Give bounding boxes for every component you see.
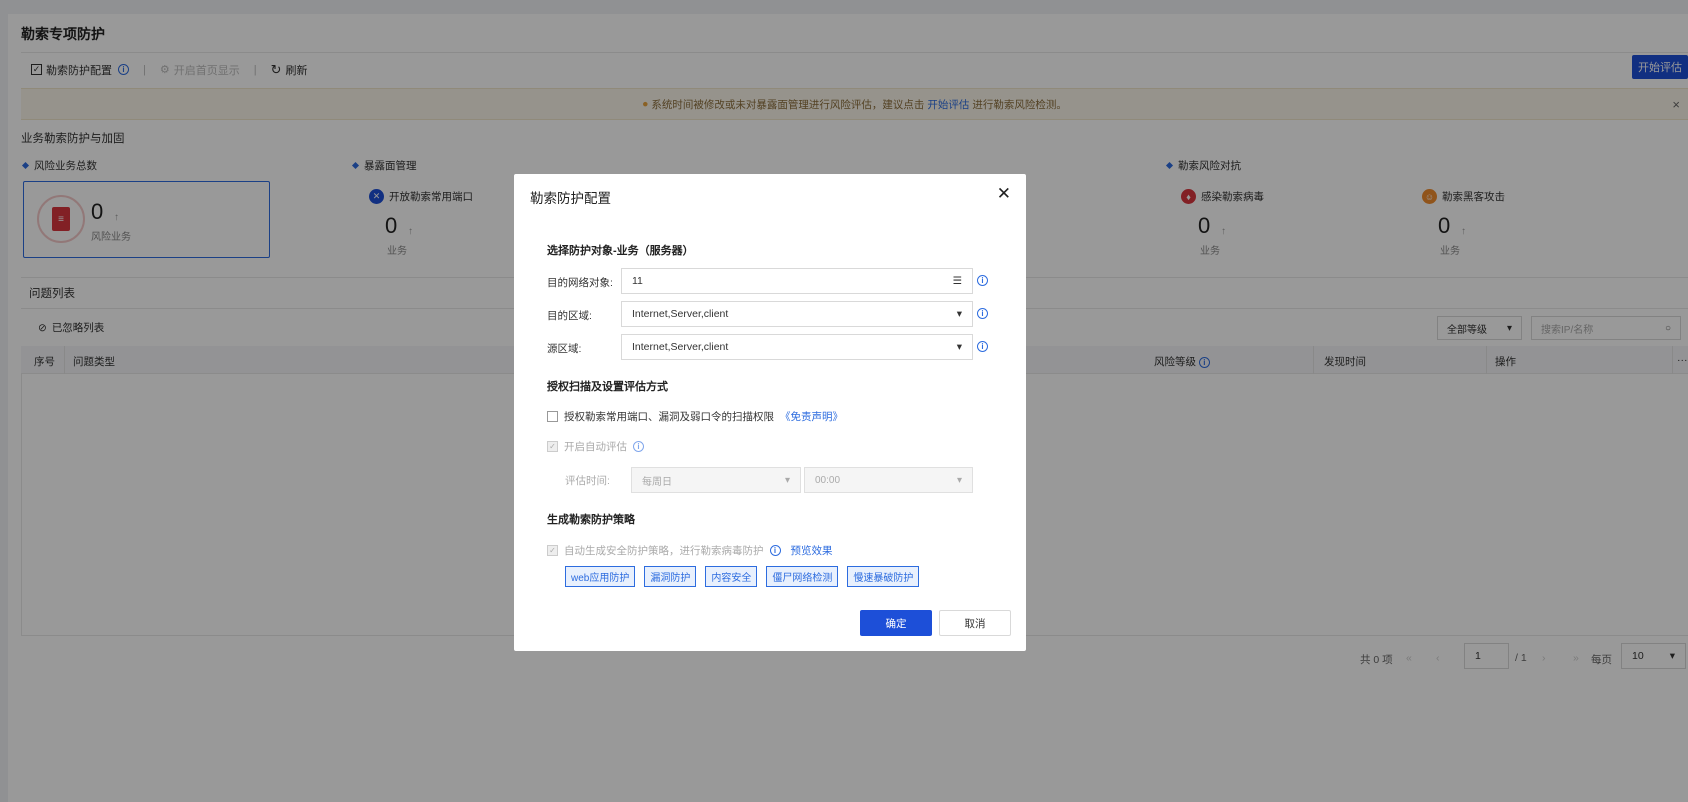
section-scan-title: 授权扫描及设置评估方式 — [547, 381, 668, 393]
preview-link[interactable]: 预览效果 — [791, 543, 833, 558]
list-icon[interactable]: ☰ — [953, 275, 962, 287]
info-icon[interactable]: i — [977, 275, 988, 286]
auth-scan-row: 授权勒索常用端口、漏洞及弱口令的扫描权限 《免责声明》 — [547, 409, 843, 424]
policy-tag: 僵尸网络检测 — [766, 566, 839, 587]
confirm-button[interactable]: 确定 — [860, 610, 932, 636]
auth-scan-label: 授权勒索常用端口、漏洞及弱口令的扫描权限 — [564, 411, 774, 423]
caret-down-icon: ▾ — [956, 341, 962, 353]
policy-tag: 漏洞防护 — [644, 566, 697, 587]
caret-down-icon: ▾ — [956, 308, 962, 320]
src-zone-value: Internet,Server,client — [632, 341, 729, 353]
ransom-config-dialog: 勒索防护配置 ✕ 选择防护对象-业务（服务器） 目的网络对象: 11 ☰ i 目… — [514, 174, 1026, 651]
target-network-field[interactable]: 11 ☰ — [621, 268, 973, 294]
dialog-title: 勒索防护配置 — [530, 191, 611, 206]
eval-time-label: 评估时间: — [565, 475, 610, 487]
policy-tag: 内容安全 — [705, 566, 758, 587]
section-policy-title: 生成勒索防护策略 — [547, 514, 635, 526]
eval-day-select[interactable]: 每周日 ▾ — [631, 467, 801, 493]
caret-down-icon: ▾ — [956, 474, 962, 486]
policy-tag: web应用防护 — [565, 566, 636, 587]
info-icon[interactable]: i — [977, 341, 988, 352]
eval-time-value: 00:00 — [815, 474, 841, 486]
info-icon[interactable]: i — [633, 441, 644, 452]
cancel-button[interactable]: 取消 — [939, 610, 1011, 636]
eval-day-value: 每周日 — [642, 476, 672, 488]
disclaimer-link[interactable]: 《免责声明》 — [780, 409, 843, 424]
policy-tag: 慢速暴破防护 — [847, 566, 920, 587]
auth-scan-checkbox[interactable] — [547, 411, 558, 422]
auto-eval-checkbox[interactable]: ✓ — [547, 441, 558, 452]
dest-zone-label: 目的区域: — [547, 310, 592, 322]
src-zone-label: 源区域: — [547, 343, 582, 355]
section-target-title: 选择防护对象-业务（服务器） — [547, 245, 694, 257]
caret-down-icon: ▾ — [784, 474, 790, 486]
dest-zone-value: Internet,Server,client — [632, 308, 729, 320]
target-label: 目的网络对象: — [547, 277, 613, 289]
src-zone-select[interactable]: Internet,Server,client ▾ — [621, 334, 973, 360]
target-network-value: 11 — [632, 275, 643, 287]
auto-policy-checkbox[interactable]: ✓ — [547, 545, 558, 556]
auto-policy-label: 自动生成安全防护策略，进行勒索病毒防护 — [564, 545, 764, 557]
auto-policy-row: ✓ 自动生成安全防护策略，进行勒索病毒防护 i 预览效果 — [547, 543, 833, 558]
eval-time-select[interactable]: 00:00 ▾ — [804, 467, 973, 493]
close-icon[interactable]: ✕ — [997, 184, 1011, 204]
auto-eval-row: ✓ 开启自动评估 i — [547, 439, 644, 454]
info-icon[interactable]: i — [977, 308, 988, 319]
info-icon[interactable]: i — [769, 545, 781, 556]
policy-tags: web应用防护 漏洞防护 内容安全 僵尸网络检测 慢速暴破防护 — [565, 566, 920, 587]
auto-eval-label: 开启自动评估 — [564, 441, 627, 453]
dest-zone-select[interactable]: Internet,Server,client ▾ — [621, 301, 973, 327]
